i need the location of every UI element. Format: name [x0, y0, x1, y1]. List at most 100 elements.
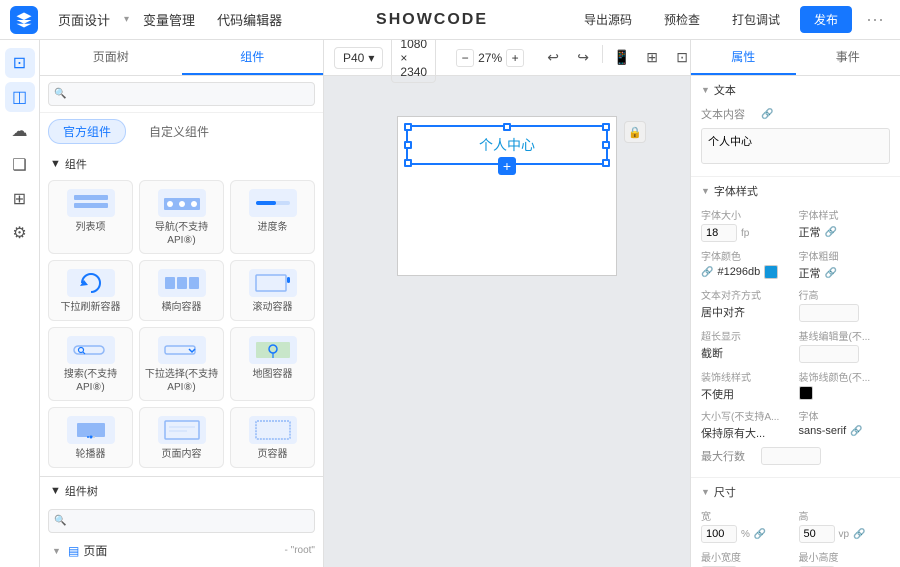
handle-tc[interactable] — [503, 123, 511, 131]
tree-search-input[interactable] — [48, 509, 315, 533]
icon-tab-assets[interactable]: ☁ — [5, 116, 35, 146]
right-panel-tabs: 属性 事件 — [691, 40, 900, 76]
more-btn[interactable]: ··· — [860, 7, 890, 32]
comp-progress-item[interactable]: 进度条 — [230, 180, 315, 254]
font-section-title: 字体样式 — [701, 183, 890, 199]
export-source-btn[interactable]: 导出源码 — [572, 6, 644, 33]
left-panel: 页面树 组件 官方组件 自定义组件 ▼ 组件 — [40, 40, 324, 567]
tab-page-tree[interactable]: 页面树 — [40, 40, 182, 75]
font-family-label: 字体 — [799, 408, 891, 423]
canvas-area: P40 ▾ 1080 × 2340 − 27% + ↩ ↪ 📱 ⊞ ⊡ ⊟ — [324, 40, 690, 567]
baseline-input[interactable] — [799, 345, 859, 363]
left-icon-bar: ⊡ ◫ ☁ ❑ ⊞ ⚙ — [0, 40, 40, 567]
comp-progress-icon — [249, 189, 297, 217]
icon-tab-components[interactable]: ◫ — [5, 82, 35, 112]
comp-scroll-item[interactable]: 滚动容器 — [230, 260, 315, 321]
font-size-input[interactable] — [701, 224, 737, 242]
lock-btn[interactable]: 🔒 — [624, 121, 646, 143]
baseline-label: 基线编辑量(不... — [799, 328, 891, 343]
phone-view-btn[interactable]: 📱 — [609, 45, 635, 71]
grid-view-btn[interactable]: ⊞ — [639, 45, 665, 71]
font-style-value: 正常 — [799, 224, 821, 240]
handle-ml[interactable] — [404, 141, 412, 149]
add-child-btn[interactable]: + — [498, 157, 516, 175]
min-width-label: 最小宽度 — [701, 549, 793, 564]
comp-progress-label: 进度条 — [258, 221, 288, 234]
zoom-out-btn[interactable]: − — [456, 49, 474, 67]
font-bold-link[interactable]: 🔗 — [825, 268, 837, 279]
comp-carousel-item[interactable]: 轮播器 — [48, 407, 133, 468]
icon-tab-settings[interactable]: ⚙ — [5, 218, 35, 248]
font-props-section: 字体样式 字体大小 fp 字体样式 正常 🔗 — [691, 177, 900, 478]
wh-row: 宽 % 🔗 高 vp 🔗 — [701, 508, 890, 543]
comp-map-icon — [249, 336, 297, 364]
align-value: 居中对齐 — [701, 304, 745, 320]
comp-type-custom[interactable]: 自定义组件 — [134, 119, 224, 144]
comp-type-official[interactable]: 官方组件 — [48, 119, 126, 144]
device-selector[interactable]: P40 ▾ — [334, 47, 383, 69]
comp-dropdown-item[interactable]: 下拉选择(不支持API⑧) — [139, 327, 224, 401]
height-link[interactable]: 🔗 — [853, 529, 865, 540]
comp-nav-icon — [158, 189, 206, 217]
comp-search-item[interactable]: 搜索(不支持API⑧) — [48, 327, 133, 401]
font-color-swatch[interactable] — [764, 265, 778, 279]
size-transform-col: 大小写(不支持A... 保持原有大... — [701, 408, 793, 441]
redo-btn[interactable]: ↪ — [570, 45, 596, 71]
pre-check-btn[interactable]: 预检查 — [652, 6, 712, 33]
comp-row-item[interactable]: 横向容器 — [139, 260, 224, 321]
nav-page-design[interactable]: 页面设计 — [48, 6, 120, 33]
text-content-link-icon[interactable]: 🔗 — [761, 109, 773, 120]
handle-bl[interactable] — [404, 159, 412, 167]
comp-grid: 列表项 导航(不支持API⑧) 进度条 — [40, 176, 323, 476]
icon-tab-layers[interactable]: ❑ — [5, 150, 35, 180]
max-rows-input[interactable] — [761, 447, 821, 465]
canvas-body[interactable]: 个人中心 + 🔒 — [324, 76, 690, 567]
comp-type-tabs: 官方组件 自定义组件 — [40, 113, 323, 150]
logo[interactable] — [10, 6, 38, 34]
comp-search-input[interactable] — [48, 82, 315, 106]
handle-tr[interactable] — [602, 123, 610, 131]
undo-btn[interactable]: ↩ — [540, 45, 566, 71]
icon-tab-pages[interactable]: ⊡ — [5, 48, 35, 78]
nav-variable-mgmt[interactable]: 变量管理 — [133, 6, 205, 33]
line-height-input[interactable] — [799, 304, 859, 322]
comp-refresh-item[interactable]: 下拉刷新容器 — [48, 260, 133, 321]
tree-node-page[interactable]: ▼ ▤ 页面 - "root" — [40, 539, 323, 562]
width-input[interactable] — [701, 525, 737, 543]
handle-tl[interactable] — [404, 123, 412, 131]
decoration-color-swatch[interactable] — [799, 386, 813, 400]
tab-events[interactable]: 事件 — [796, 40, 900, 75]
comp-map-item[interactable]: 地图容器 — [230, 327, 315, 401]
zoom-in-btn[interactable]: + — [506, 49, 524, 67]
text-props-section: 文本 文本内容 🔗 — [691, 76, 900, 177]
width-link[interactable]: 🔗 — [754, 529, 766, 540]
text-content-input[interactable] — [701, 128, 890, 164]
font-color-link[interactable]: 🔗 — [701, 267, 713, 278]
handle-br[interactable] — [602, 159, 610, 167]
package-debug-btn[interactable]: 打包调试 — [720, 6, 792, 33]
main-area: ⊡ ◫ ☁ ❑ ⊞ ⚙ 页面树 组件 官方组件 自定义组件 — [0, 40, 900, 567]
icon-tab-widgets[interactable]: ⊞ — [5, 184, 35, 214]
comp-page-container-item[interactable]: 页容器 — [230, 407, 315, 468]
font-color-value: #1296db — [717, 266, 760, 278]
height-input[interactable] — [799, 525, 835, 543]
comp-page-content-item[interactable]: 页面内容 — [139, 407, 224, 468]
decoration-col: 装饰线样式 不使用 — [701, 369, 793, 402]
tree-node-container[interactable]: ▼ ▥ 番茄容器 - "column1" 👁 — [40, 562, 323, 567]
tab-properties[interactable]: 属性 — [691, 40, 796, 75]
text-content-value-row — [701, 128, 890, 164]
comp-nav-item[interactable]: 导航(不支持API⑧) — [139, 180, 224, 254]
font-family-link[interactable]: 🔗 — [850, 426, 862, 437]
comp-list-item[interactable]: 列表项 — [48, 180, 133, 254]
page-view-btn[interactable]: ⊡ — [669, 45, 690, 71]
tab-components[interactable]: 组件 — [182, 40, 324, 75]
publish-btn[interactable]: 发布 — [800, 6, 852, 33]
comp-page-container-icon — [249, 416, 297, 444]
selection-box[interactable]: 个人中心 + — [406, 125, 608, 165]
topbar-center: SHOWCODE — [292, 11, 572, 29]
comp-list-label: 列表项 — [76, 221, 106, 234]
handle-mr[interactable] — [602, 141, 610, 149]
overflow-value: 截断 — [701, 345, 723, 361]
font-style-link[interactable]: 🔗 — [825, 227, 837, 238]
nav-code-editor[interactable]: 代码编辑器 — [207, 6, 292, 33]
